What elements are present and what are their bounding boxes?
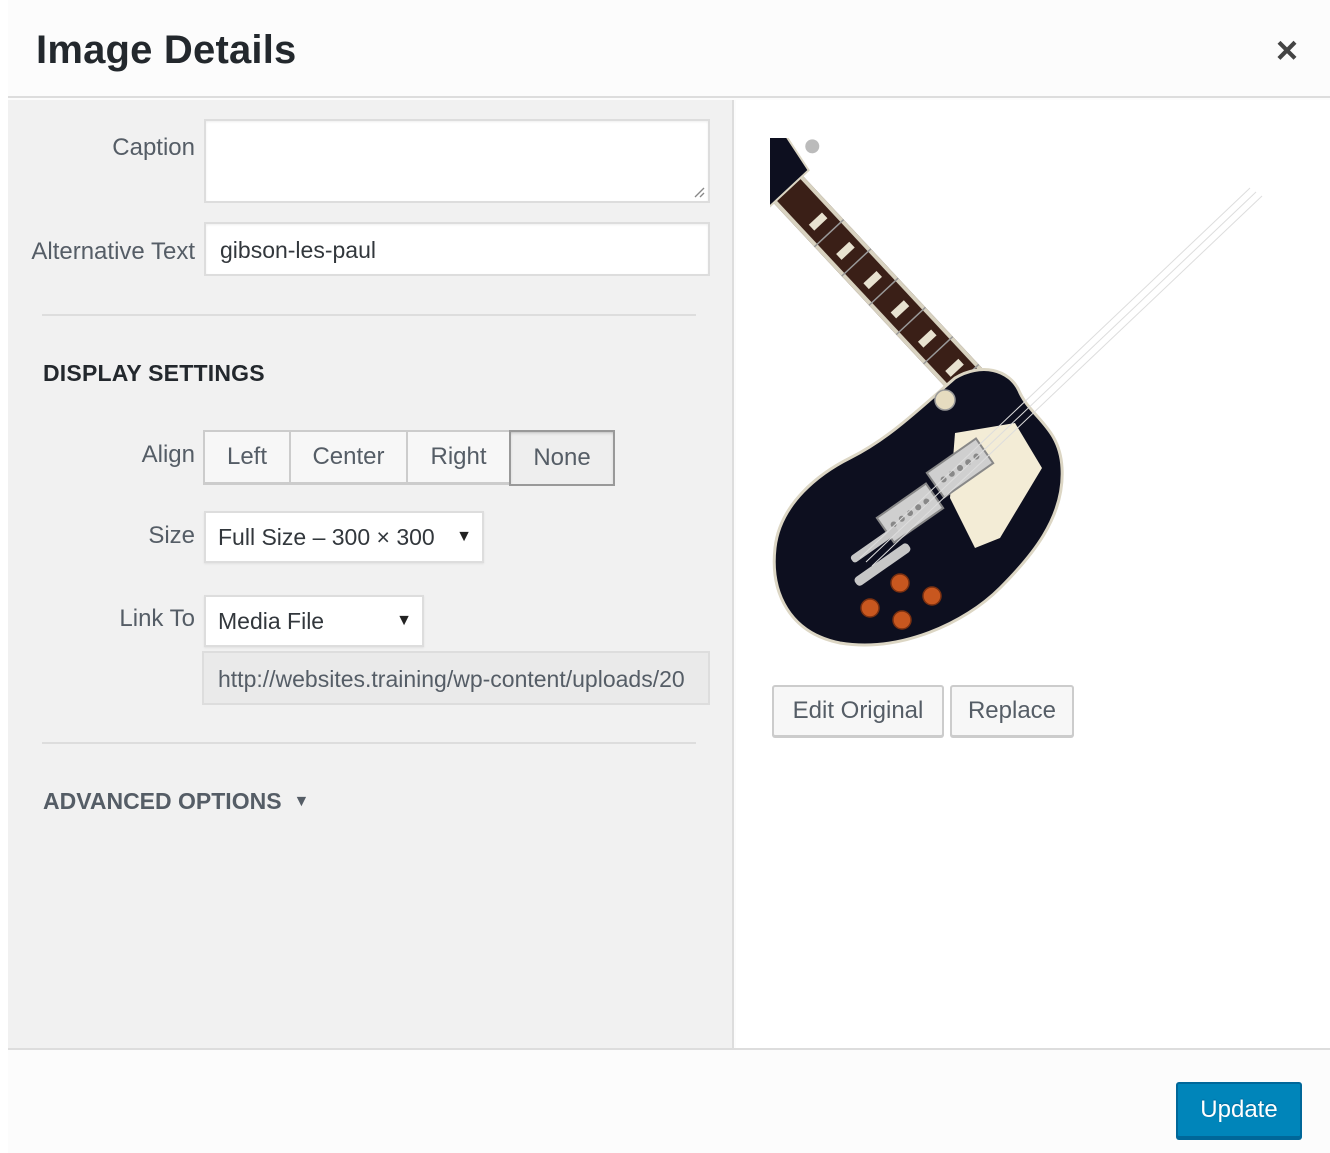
divider <box>42 314 696 316</box>
resize-grip-icon[interactable] <box>693 186 705 198</box>
advanced-options-toggle[interactable]: ADVANCED OPTIONS ▼ <box>43 788 309 815</box>
advanced-options-label: ADVANCED OPTIONS <box>43 788 282 814</box>
replace-button[interactable]: Replace <box>950 685 1074 737</box>
align-center-button[interactable]: Center <box>289 430 408 484</box>
caret-down-icon: ▼ <box>293 792 310 810</box>
dropdown-arrow-icon: ▼ <box>456 528 472 545</box>
alt-text-label: Alternative Text <box>31 238 195 265</box>
caption-textarea[interactable] <box>204 119 710 203</box>
modal-footer: Update <box>8 1048 1330 1153</box>
size-select[interactable]: Full Size – 300 × 300 ▼ <box>204 511 484 563</box>
modal-title: Image Details <box>36 28 297 72</box>
align-left-button[interactable]: Left <box>203 430 291 484</box>
align-right-button[interactable]: Right <box>406 430 511 484</box>
display-settings-heading: DISPLAY SETTINGS <box>43 360 265 386</box>
size-label: Size <box>148 522 195 549</box>
align-button-group: Left Center Right None <box>203 430 615 486</box>
image-details-modal: Image Details × Caption Alternative Text… <box>8 0 1330 1153</box>
update-button[interactable]: Update <box>1176 1082 1302 1138</box>
link-url-input[interactable]: http://websites.training/wp-content/uplo… <box>202 651 710 705</box>
settings-pane: Caption Alternative Text gibson-les-paul… <box>8 100 734 1050</box>
alt-text-input[interactable]: gibson-les-paul <box>204 222 710 276</box>
guitar-illustration <box>698 99 1263 647</box>
close-button[interactable]: × <box>1270 32 1304 70</box>
dropdown-arrow-icon: ▼ <box>396 612 412 629</box>
link-to-select-value: Media File <box>218 607 325 634</box>
align-none-button[interactable]: None <box>509 430 615 486</box>
align-label: Align <box>141 441 195 468</box>
preview-pane: Edit Original Replace <box>698 99 1330 1050</box>
close-icon: × <box>1275 30 1299 72</box>
caption-label: Caption <box>112 134 195 161</box>
edit-original-button[interactable]: Edit Original <box>772 685 944 737</box>
size-select-value: Full Size – 300 × 300 <box>218 523 435 550</box>
modal-header: Image Details × <box>8 0 1330 98</box>
guitar-image <box>698 99 1300 658</box>
link-to-select[interactable]: Media File ▼ <box>204 595 424 647</box>
divider <box>42 742 696 744</box>
link-to-label: Link To <box>119 605 195 632</box>
